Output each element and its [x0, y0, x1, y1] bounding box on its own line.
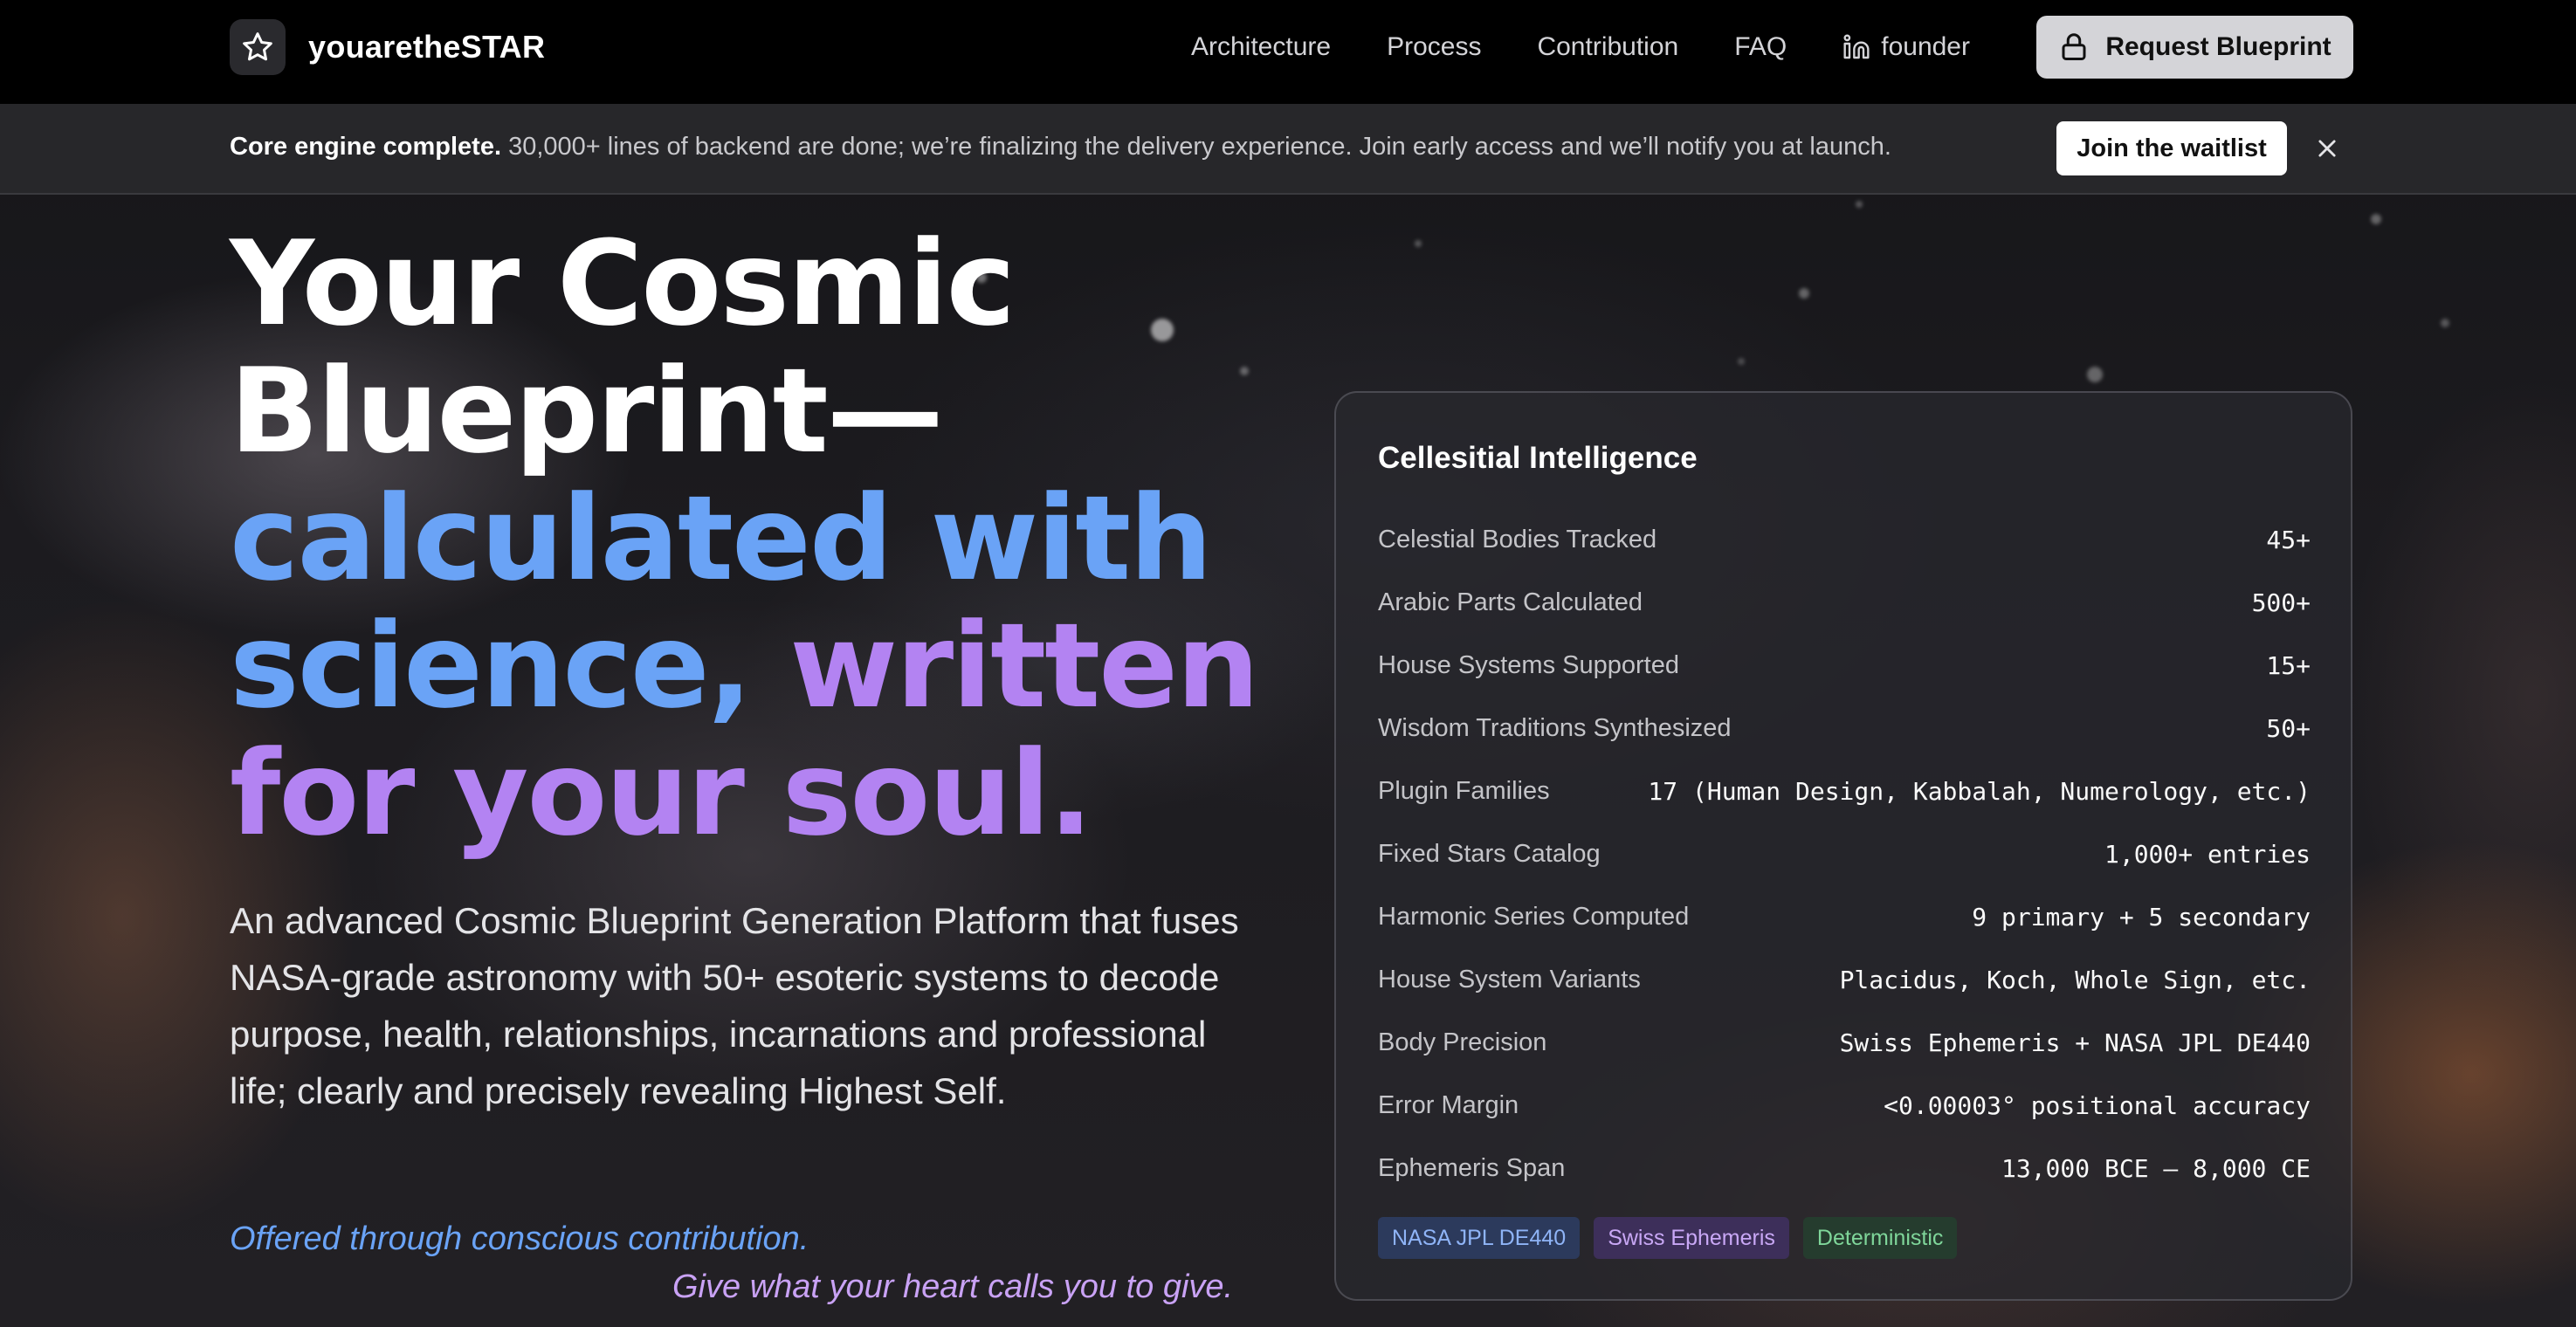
hero-title-line-5: for your soul.: [230, 725, 1093, 862]
stat-value: Swiss Ephemeris + NASA JPL DE440: [1839, 1028, 2311, 1057]
stat-label: Error Margin: [1378, 1090, 1519, 1119]
nav-link-architecture[interactable]: Architecture: [1191, 32, 1331, 62]
close-icon[interactable]: [2311, 132, 2344, 165]
stat-label: Ephemeris Span: [1378, 1153, 1566, 1182]
request-blueprint-label: Request Blueprint: [2105, 32, 2331, 61]
hero-title-line-1: Your Cosmic: [230, 216, 1016, 352]
stats-card: Cellesitial Intelligence Celestial Bodie…: [1334, 391, 2352, 1301]
stat-row: Arabic Parts Calculated 500+: [1378, 571, 2311, 634]
stat-label: Harmonic Series Computed: [1378, 902, 1690, 931]
brand[interactable]: youaretheSTAR: [230, 19, 545, 75]
star-icon: [230, 19, 286, 75]
stat-label: Wisdom Traditions Synthesized: [1378, 713, 1732, 742]
stat-value: 1,000+ entries: [2104, 839, 2311, 869]
banner-body-text: 30,000+ lines of backend are done; we’re…: [501, 133, 1891, 161]
hero-title-line-3: calculated with: [230, 471, 1213, 607]
stat-label: Celestial Bodies Tracked: [1378, 525, 1657, 553]
stat-row: Error Margin <0.00003° positional accurac…: [1378, 1074, 2311, 1137]
banner-message: Core engine complete. 30,000+ lines of b…: [230, 133, 1891, 162]
stat-value: 15+: [2266, 650, 2311, 680]
stat-row: Celestial Bodies Tracked 45+: [1378, 508, 2311, 571]
stat-value: 50+: [2266, 713, 2311, 743]
tag-deterministic: Deterministic: [1802, 1217, 1958, 1259]
announcement-banner: Core engine complete. 30,000+ lines of b…: [0, 104, 2576, 195]
stat-row: House Systems Supported 15+: [1378, 634, 2311, 697]
nav-links: Architecture Process Contribution FAQ fo…: [1191, 0, 1970, 94]
nav-link-process[interactable]: Process: [1387, 32, 1481, 62]
hero-title-written: written: [789, 598, 1259, 734]
brand-name: youaretheSTAR: [308, 29, 546, 65]
nav-link-faq[interactable]: FAQ: [1734, 32, 1787, 62]
request-blueprint-button[interactable]: Request Blueprint: [2036, 16, 2353, 79]
card-title: Cellesitial Intelligence: [1378, 441, 1698, 475]
stat-row: Wisdom Traditions Synthesized 50+: [1378, 697, 2311, 760]
stat-value: 45+: [2266, 525, 2311, 554]
stat-row: Fixed Stars Catalog 1,000+ entries: [1378, 822, 2311, 885]
stat-row: Ephemeris Span 13,000 BCE – 8,000 CE: [1378, 1137, 2311, 1200]
hero-description: An advanced Cosmic Blueprint Generation …: [230, 900, 1239, 1111]
founder-label: founder: [1881, 32, 1970, 61]
stat-value: Placidus, Koch, Whole Sign, etc.: [1839, 965, 2311, 994]
stat-value: 9 primary + 5 secondary: [1972, 902, 2311, 932]
join-waitlist-button[interactable]: Join the waitlist: [2056, 121, 2287, 175]
stat-label: House Systems Supported: [1378, 650, 1679, 679]
stat-value: <0.00003° positional accuracy: [1884, 1090, 2311, 1120]
tag-swiss-ephemeris: Swiss Ephemeris: [1594, 1217, 1789, 1259]
stat-label: House System Variants: [1378, 965, 1641, 994]
nav-link-founder[interactable]: founder: [1842, 32, 1970, 62]
hero-give-line: Give what your heart calls you to give.: [672, 1269, 1234, 1305]
hero-title: Your Cosmic Blueprint— calculated with s…: [230, 216, 1259, 862]
stat-row: Body Precision Swiss Ephemeris + NASA JPL…: [1378, 1011, 2311, 1074]
stat-value: 500+: [2251, 588, 2311, 617]
hero-title-line-2: Blueprint—: [230, 343, 944, 479]
top-navbar: youaretheSTAR Architecture Process Contr…: [0, 0, 2576, 104]
hero-title-line-4: science, written: [230, 602, 1259, 730]
stat-value: 17 (Human Design, Kabbalah, Numerology, …: [1648, 776, 2311, 806]
stat-label: Fixed Stars Catalog: [1378, 839, 1601, 868]
stat-row: House System Variants Placidus, Koch, Who…: [1378, 948, 2311, 1011]
linkedin-icon: [1843, 34, 1870, 59]
lock-icon: [2062, 33, 2086, 60]
tag-list: NASA JPL DE440 Swiss Ephemeris Determini…: [1378, 1217, 1958, 1259]
hero-title-science: science,: [230, 598, 790, 734]
stat-label: Body Precision: [1378, 1028, 1547, 1056]
stat-row: Harmonic Series Computed 9 primary + 5 se…: [1378, 885, 2311, 948]
banner-bold-text: Core engine complete.: [230, 133, 502, 161]
nav-link-contribution[interactable]: Contribution: [1537, 32, 1678, 62]
stat-label: Plugin Families: [1378, 776, 1550, 805]
hero-offer-line: Offered through conscious contribution.: [230, 1220, 809, 1257]
tag-nasa-jpl: NASA JPL DE440: [1378, 1217, 1581, 1259]
stat-row: Plugin Families 17 (Human Design, Kabbala…: [1378, 760, 2311, 822]
stat-value: 13,000 BCE – 8,000 CE: [2001, 1153, 2311, 1183]
stat-label: Arabic Parts Calculated: [1378, 588, 1643, 616]
